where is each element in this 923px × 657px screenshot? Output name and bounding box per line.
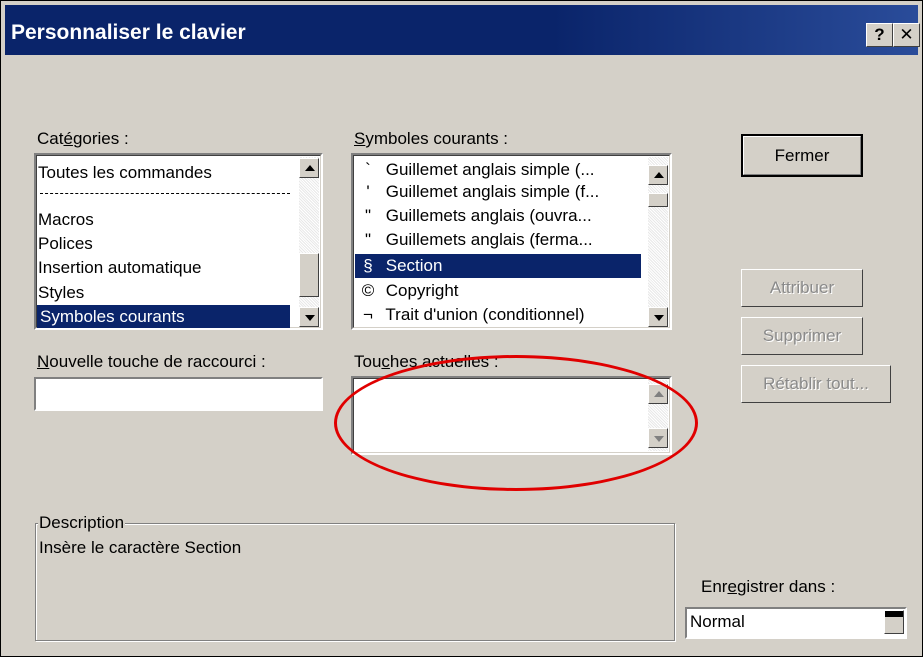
current-keys-scrollbar[interactable] bbox=[648, 380, 668, 451]
description-text: Insère le caractère Section bbox=[39, 538, 242, 557]
symbols-label: Symboles courants : bbox=[354, 129, 509, 148]
categories-label: Catégories : bbox=[37, 129, 129, 148]
categories-scrollbar[interactable] bbox=[299, 157, 319, 327]
arrow-up-icon bbox=[305, 165, 315, 171]
reset-all-button[interactable]: Rétablir tout... bbox=[741, 365, 891, 403]
current-keys-label: Touches actuelles : bbox=[354, 352, 499, 371]
close-button[interactable]: Fermer bbox=[741, 134, 863, 177]
list-item[interactable]: ` Guillemet anglais simple (... bbox=[355, 158, 594, 182]
scroll-thumb[interactable] bbox=[648, 193, 668, 207]
list-item[interactable]: Polices bbox=[38, 232, 93, 256]
categories-list[interactable]: Toutes les commandes Macros Polices Inse… bbox=[34, 153, 323, 330]
list-item[interactable]: Insertion automatique bbox=[38, 256, 202, 280]
save-in-value: Normal bbox=[690, 612, 745, 631]
list-item[interactable]: Styles bbox=[38, 281, 84, 305]
list-item[interactable]: ¬ Trait d'union (conditionnel) bbox=[355, 303, 585, 327]
new-shortcut-input[interactable] bbox=[34, 377, 323, 411]
list-separator bbox=[40, 193, 290, 194]
arrow-up-icon bbox=[654, 172, 664, 178]
symbols-list[interactable]: ` Guillemet anglais simple (... ' Guille… bbox=[351, 153, 672, 330]
list-item[interactable]: Macros bbox=[38, 208, 94, 232]
list-item[interactable]: Toutes les commandes bbox=[38, 161, 212, 185]
new-shortcut-label: Nouvelle touche de raccourci : bbox=[37, 352, 266, 371]
list-item[interactable]: ' Guillemet anglais simple (f... bbox=[355, 180, 599, 204]
save-in-label: Enregistrer dans : bbox=[701, 577, 836, 596]
scroll-down-button[interactable] bbox=[648, 307, 668, 327]
customize-keyboard-dialog: Personnaliser le clavier ? ✕ Catégories … bbox=[0, 0, 923, 657]
scroll-up-button[interactable] bbox=[299, 158, 319, 178]
list-item[interactable]: © Copyright bbox=[355, 279, 459, 303]
close-window-button[interactable]: ✕ bbox=[893, 23, 920, 47]
title-bar[interactable]: Personnaliser le clavier ? ✕ bbox=[5, 5, 920, 55]
symbols-scrollbar[interactable] bbox=[648, 157, 668, 327]
scroll-down-button[interactable] bbox=[299, 307, 319, 327]
remove-button[interactable]: Supprimer bbox=[741, 317, 863, 355]
close-icon: ✕ bbox=[899, 25, 914, 44]
list-item-selected[interactable]: § Section bbox=[355, 254, 641, 278]
help-icon: ? bbox=[874, 25, 885, 44]
scroll-up-button[interactable] bbox=[648, 165, 668, 185]
chevron-down-icon bbox=[885, 611, 903, 617]
arrow-up-icon bbox=[654, 391, 664, 397]
save-in-dropdown[interactable]: Normal bbox=[685, 607, 907, 639]
arrow-down-icon bbox=[305, 315, 315, 321]
scroll-up-button[interactable] bbox=[648, 384, 668, 404]
assign-button[interactable]: Attribuer bbox=[741, 269, 863, 307]
list-item[interactable]: " Guillemets anglais (ferma... bbox=[355, 228, 593, 252]
dialog-title: Personnaliser le clavier bbox=[11, 21, 246, 44]
list-item-selected[interactable]: Symboles courants bbox=[37, 305, 290, 328]
help-button[interactable]: ? bbox=[866, 23, 893, 47]
current-keys-list[interactable] bbox=[351, 376, 672, 455]
arrow-down-icon bbox=[654, 436, 664, 442]
arrow-down-icon bbox=[654, 315, 664, 321]
scroll-thumb[interactable] bbox=[299, 253, 319, 297]
list-item[interactable]: " Guillemets anglais (ouvra... bbox=[355, 204, 592, 228]
dropdown-button[interactable] bbox=[884, 610, 904, 634]
description-label: Description bbox=[38, 513, 126, 533]
scroll-down-button[interactable] bbox=[648, 428, 668, 448]
